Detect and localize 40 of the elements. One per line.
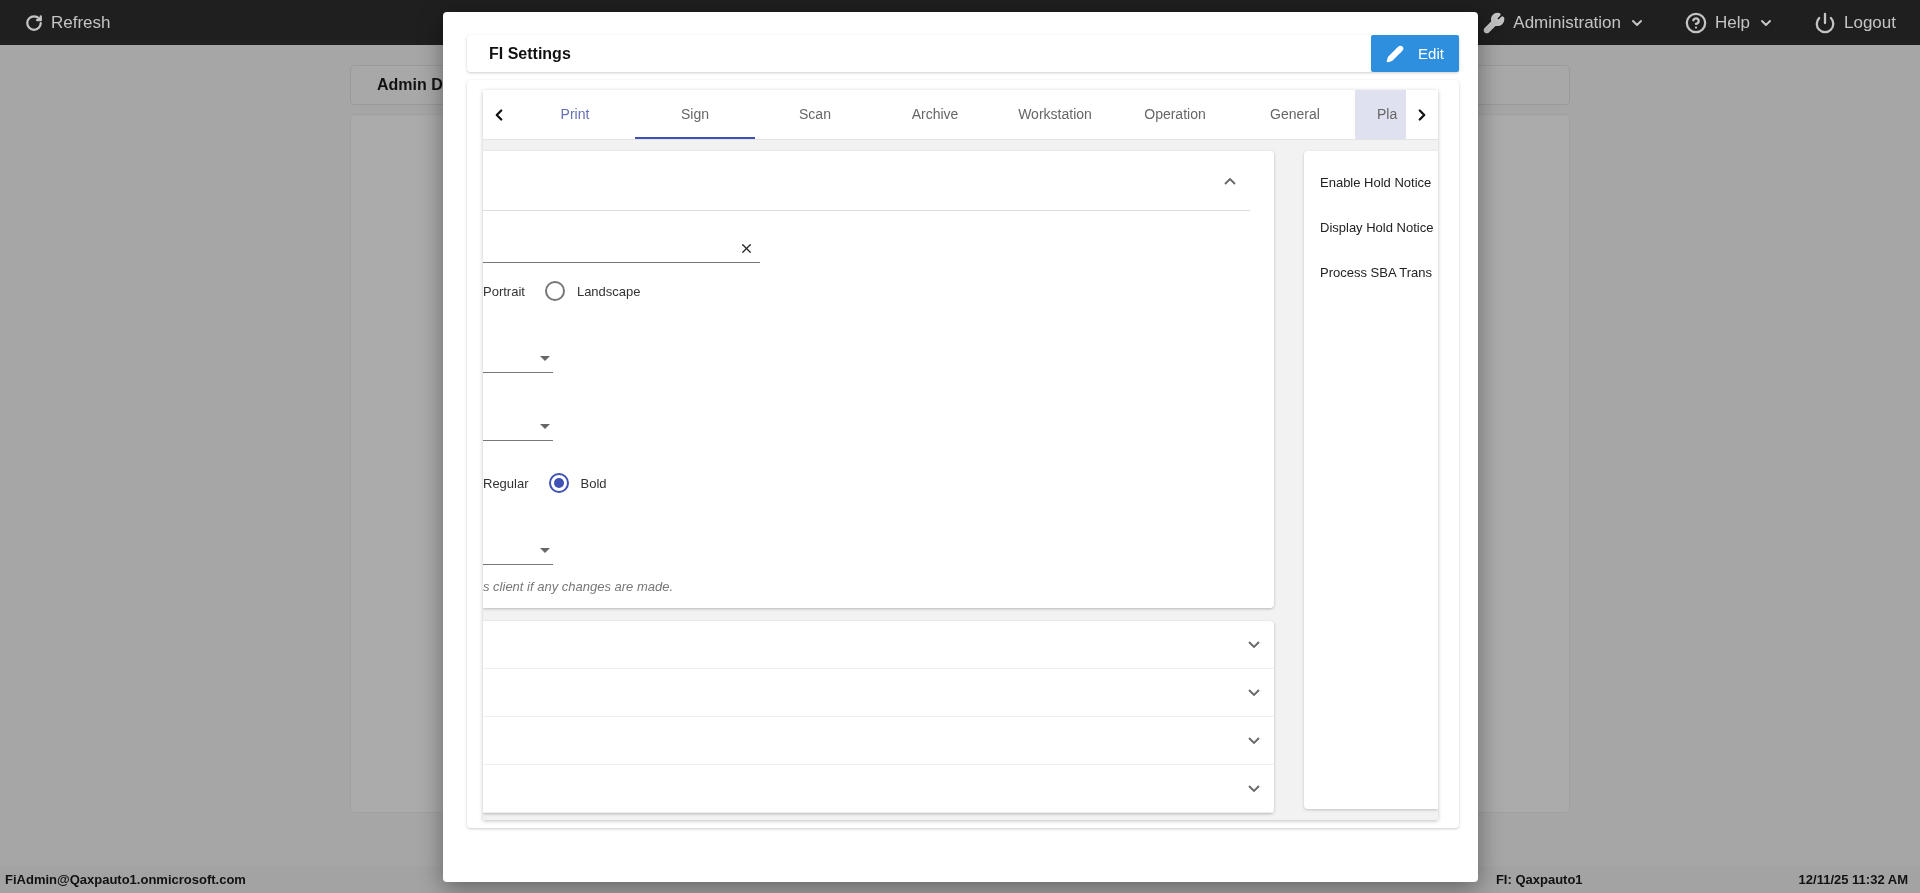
caret-icon [540, 356, 550, 361]
radio-label: Landscape [576, 283, 641, 299]
caret-icon [540, 424, 550, 429]
expand-button[interactable] [1248, 688, 1260, 697]
setting-label: Process SBA Trans [1320, 265, 1433, 280]
menu-button[interactable]: Administration [1483, 11, 1646, 34]
wrench-icon [1483, 11, 1506, 34]
chevron-down-icon [1248, 784, 1260, 793]
refresh-icon [25, 13, 43, 32]
tab[interactable]: Pla [1355, 90, 1406, 139]
fi-name: FI: Qaxpauto1 [1495, 872, 1583, 887]
radio-button[interactable] [544, 281, 565, 301]
pencil-icon [1386, 44, 1405, 63]
power-icon [1814, 11, 1836, 34]
caret-icon [540, 548, 550, 553]
radio-label: Regular [483, 475, 529, 491]
card-title: Admin D [377, 76, 443, 94]
chevron-down-icon [1248, 688, 1260, 697]
chevron-down-icon [1248, 640, 1260, 649]
refresh-button[interactable]: Refresh [25, 12, 111, 33]
dialog-title: FI Settings [489, 44, 571, 63]
expand-button[interactable] [1248, 640, 1260, 649]
setting-label: Enable Hold Notice [1320, 175, 1433, 190]
radio-label: Portrait [483, 283, 525, 299]
user-email: FiAdmin@Qaxpauto1.onmicrosoft.com [5, 872, 246, 887]
edit-button[interactable]: Edit [1371, 35, 1459, 72]
date-time: 12/11/25 11:32 AM [1798, 872, 1908, 887]
collapse-button[interactable] [1224, 176, 1236, 185]
setting-label: Display Hold Notice [1320, 220, 1435, 235]
chevron-down-icon [1248, 736, 1260, 745]
clear-icon[interactable] [739, 241, 754, 256]
chevron-up-icon [1224, 176, 1236, 185]
expand-button[interactable] [1248, 784, 1260, 793]
radio-button[interactable] [548, 473, 569, 493]
help-icon [1685, 11, 1708, 34]
note-text: s client if any changes are made. [483, 579, 675, 594]
expand-button[interactable] [1248, 736, 1260, 745]
menu-button[interactable]: Logout [1814, 11, 1896, 34]
menu-button[interactable]: Help [1685, 11, 1774, 34]
radio-label: Bold [580, 475, 607, 491]
